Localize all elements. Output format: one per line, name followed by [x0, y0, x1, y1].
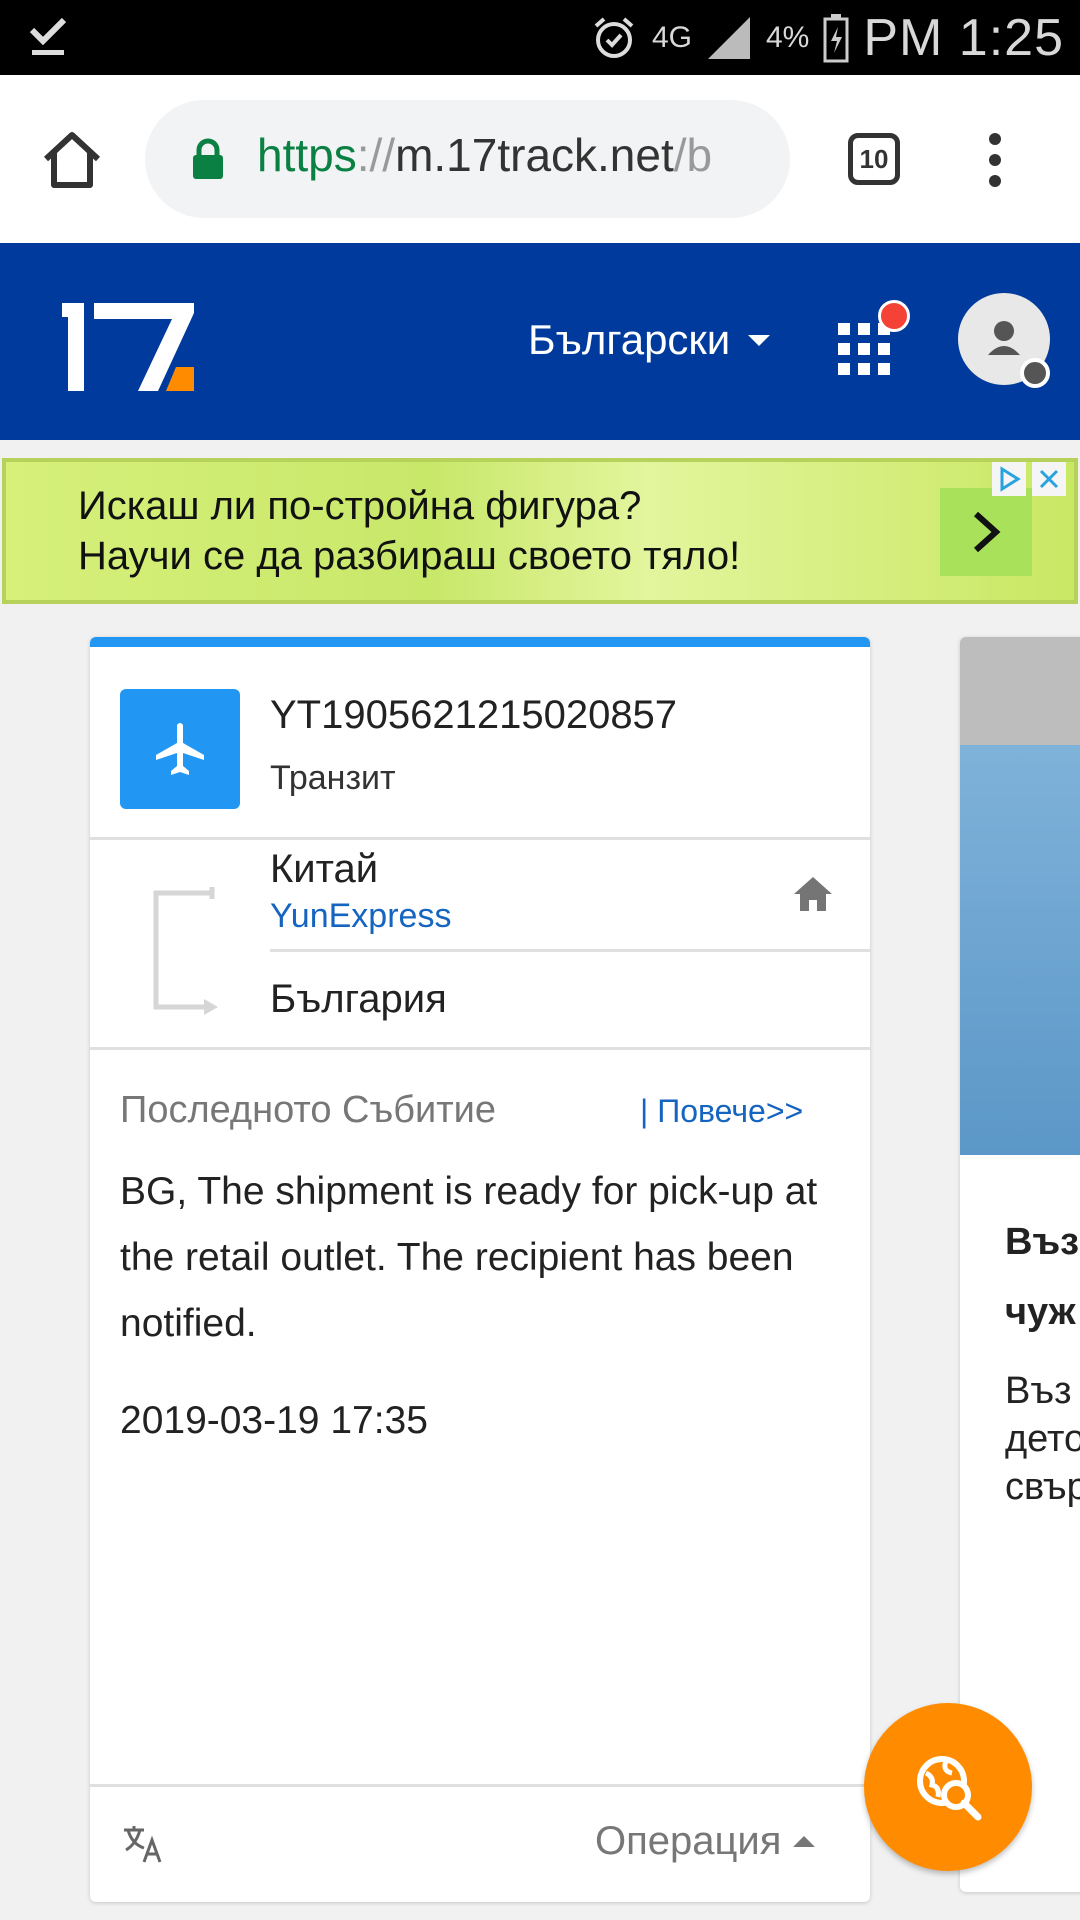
tab-switcher-button[interactable]: 10 [848, 133, 900, 185]
caret-up-icon [793, 1836, 816, 1847]
divider [90, 1047, 870, 1050]
ad-choices-icon[interactable] [992, 462, 1026, 496]
destination-country: България [270, 977, 447, 1021]
ad-choices [992, 462, 1066, 496]
status-bar: 4G 4% PM 1:25 [0, 0, 1080, 75]
article-image [960, 745, 1080, 1155]
operation-menu[interactable]: Операция [595, 1819, 816, 1864]
divider [90, 1784, 870, 1787]
network-type: 4G [651, 20, 692, 54]
last-event-label: Последното Събитие [120, 1089, 496, 1131]
article-card-header [960, 637, 1080, 745]
apps-grid-icon[interactable] [838, 323, 890, 375]
track-search-fab[interactable] [864, 1703, 1032, 1871]
alarm-icon [594, 16, 634, 58]
origin-country: Китай [270, 847, 379, 891]
more-link[interactable]: | Повече>> [640, 1093, 803, 1130]
chevron-right-icon [973, 511, 1001, 553]
tab-count: 10 [859, 143, 889, 174]
ad-close-icon[interactable] [1032, 462, 1066, 496]
presence-dot [1020, 358, 1050, 388]
lock-icon [193, 138, 223, 179]
event-description: BG, The shipment is ready for pick-up at… [120, 1170, 818, 1345]
ad-line-2: Научи се да разбираш своето тяло! [78, 534, 741, 578]
menu-dot [989, 133, 1001, 145]
event-timestamp: 2019-03-19 17:35 [120, 1399, 428, 1442]
airplane-icon [156, 723, 204, 775]
ad-line-1: Искаш ли по-стройна фигура? [78, 484, 642, 528]
battery-icon [823, 13, 849, 62]
url-text: https://m.17track.net/b [257, 128, 777, 182]
browser-toolbar: https://m.17track.net/b 10 [0, 75, 1080, 244]
tracking-number[interactable]: YT1905621215020857 [270, 693, 677, 738]
download-done-icon [29, 17, 67, 55]
operation-label: Операция [595, 1819, 782, 1863]
globe-search-icon [917, 1756, 982, 1821]
menu-dot [989, 154, 1001, 166]
article-title: Въз чуж [1005, 1221, 1080, 1333]
transport-mode-badge [120, 689, 240, 809]
more-menu-button[interactable] [980, 125, 1010, 195]
divider [270, 949, 870, 952]
clock: PM 1:25 [863, 8, 1064, 67]
home-icon[interactable] [38, 125, 106, 193]
article-snippet: Въз дето свър [1005, 1370, 1080, 1508]
menu-dot [989, 175, 1001, 187]
language-selector[interactable]: Български [528, 316, 771, 364]
language-label: Български [528, 316, 731, 363]
chevron-down-icon [748, 334, 771, 346]
address-bar[interactable]: https://m.17track.net/b [145, 100, 790, 218]
carrier-link[interactable]: YunExpress [270, 897, 451, 936]
ad-banner[interactable]: Искаш ли по-стройна фигура? Научи се да … [2, 458, 1078, 604]
battery-percent: 4% [765, 20, 810, 54]
translate-icon[interactable] [122, 1822, 164, 1864]
signal-icon [707, 16, 750, 59]
home-icon[interactable] [792, 874, 834, 914]
divider [90, 837, 870, 840]
ad-cta-button[interactable] [940, 488, 1032, 576]
url-scheme: https [257, 129, 357, 181]
url-host: m.17track.net [395, 129, 674, 181]
17track-logo[interactable] [58, 295, 198, 395]
notification-dot [878, 300, 910, 332]
url-separator: :// [356, 129, 396, 181]
site-header: Български [0, 243, 1080, 440]
package-status: Транзит [270, 759, 396, 797]
article-card[interactable]: Въз чуж Въз дето свър [960, 637, 1080, 1892]
route-connector [153, 887, 218, 1015]
url-path: /b [673, 129, 713, 181]
tracking-card: YT1905621215020857 Транзит Китай YunExpr… [90, 637, 870, 1902]
